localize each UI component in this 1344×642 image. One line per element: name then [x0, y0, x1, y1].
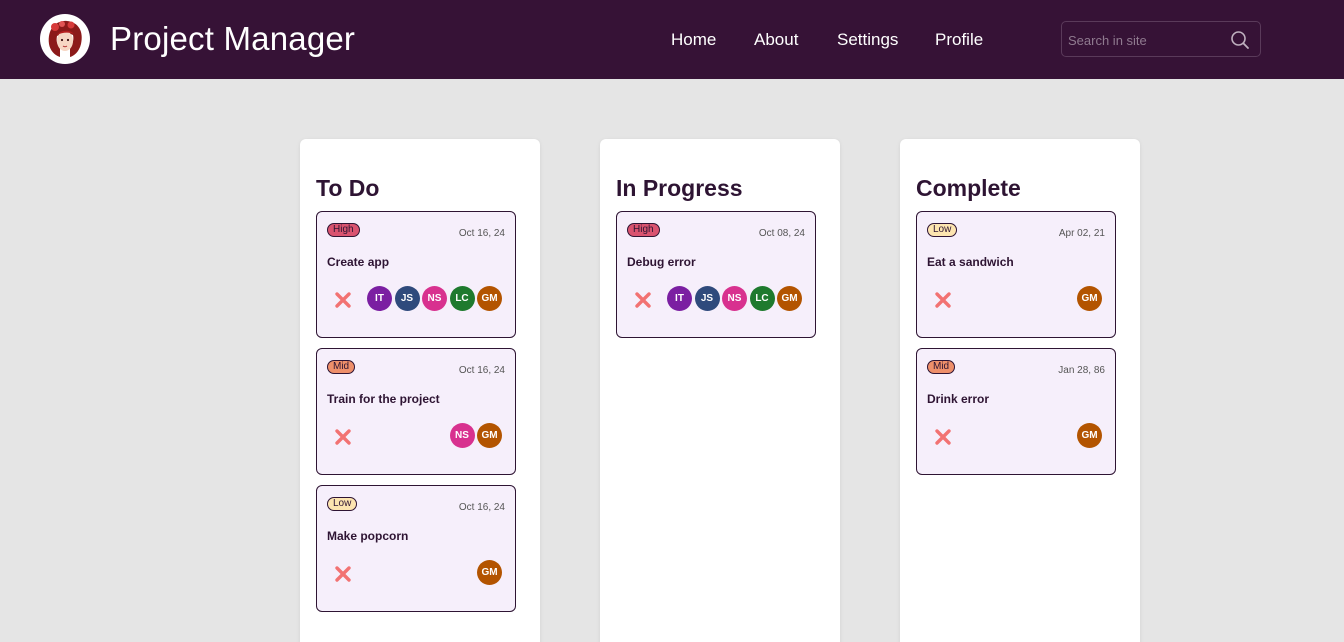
task-card[interactable]: Low Oct 16, 24 Make popcorn GM: [316, 485, 516, 612]
task-card[interactable]: Mid Jan 28, 86 Drink error GM: [916, 348, 1116, 475]
avatar[interactable]: GM: [477, 560, 502, 585]
avatar[interactable]: GM: [477, 423, 502, 448]
nav-profile-link[interactable]: Profile: [935, 30, 983, 50]
search-icon[interactable]: [1230, 30, 1250, 50]
close-x-icon[interactable]: [333, 564, 353, 584]
avatar[interactable]: GM: [777, 286, 802, 311]
priority-badge: Mid: [327, 360, 356, 374]
column-title: In Progress: [616, 175, 743, 201]
task-title: Train for the project: [327, 392, 440, 406]
avatar[interactable]: IT: [667, 286, 692, 311]
avatar[interactable]: NS: [449, 423, 475, 448]
priority-badge: Low: [327, 497, 358, 511]
task-card[interactable]: Low Apr 02, 21 Eat a sandwich GM: [916, 211, 1116, 338]
close-x-icon[interactable]: [333, 427, 353, 447]
assignee-avatars: GM: [475, 560, 502, 585]
priority-badge: High: [327, 223, 360, 237]
nav-about-link[interactable]: About: [754, 30, 798, 50]
avatar[interactable]: GM: [1077, 286, 1102, 311]
avatar[interactable]: GM: [477, 286, 502, 311]
task-card[interactable]: High Oct 16, 24 Create app IT JS NS LC GM: [316, 211, 516, 338]
column-to-do: To Do High Oct 16, 24 Create app IT JS NS LC GM M…: [300, 139, 540, 642]
avatar[interactable]: IT: [367, 286, 392, 311]
assignee-avatars: GM: [1075, 423, 1102, 448]
search-box: [1061, 21, 1261, 57]
avatar[interactable]: NS: [422, 286, 447, 311]
close-x-icon[interactable]: [933, 427, 953, 447]
assignee-avatars: IT JS NS LC GM: [365, 286, 502, 311]
task-date: Oct 16, 24: [458, 502, 505, 513]
task-card[interactable]: Mid Oct 16, 24 Train for the project NS GM: [316, 348, 516, 475]
avatar[interactable]: LC: [749, 286, 775, 311]
column-in-progress: In Progress High Oct 08, 24 Debug error IT JS…: [600, 139, 840, 642]
task-date: Jan 28, 86: [1058, 365, 1105, 376]
assignee-avatars: NS GM: [447, 423, 502, 448]
priority-badge: Mid: [927, 360, 956, 374]
priority-badge: High: [627, 223, 660, 237]
assignee-avatars: IT JS NS LC GM: [665, 286, 802, 311]
task-title: Eat a sandwich: [927, 255, 1014, 269]
avatar[interactable]: JS: [394, 286, 420, 311]
task-title: Create app: [327, 255, 390, 269]
column-complete: Complete Low Apr 02, 21 Eat a sandwich GM Mid…: [900, 139, 1140, 642]
task-title: Drink error: [927, 392, 990, 406]
search-input[interactable]: [1068, 30, 1223, 50]
close-x-icon[interactable]: [633, 290, 653, 310]
avatar[interactable]: NS: [722, 286, 747, 311]
avatar[interactable]: GM: [1077, 423, 1102, 448]
nav-home-link[interactable]: Home: [671, 30, 716, 50]
assignee-avatars: GM: [1075, 286, 1102, 311]
avatar[interactable]: LC: [449, 286, 475, 311]
task-date: Oct 16, 24: [458, 228, 505, 239]
app-title: Project Manager: [110, 20, 356, 57]
column-title: To Do: [316, 175, 380, 201]
task-title: Debug error: [627, 255, 696, 269]
avatar[interactable]: JS: [694, 286, 720, 311]
logo-illustration: [43, 17, 87, 61]
close-x-icon[interactable]: [933, 290, 953, 310]
task-date: Oct 08, 24: [758, 228, 805, 239]
close-x-icon[interactable]: [333, 290, 353, 310]
nav-settings-link[interactable]: Settings: [837, 30, 898, 50]
avatar-logo-icon[interactable]: [40, 14, 90, 64]
column-title: Complete: [916, 175, 1021, 201]
task-date: Apr 02, 21: [1058, 228, 1105, 239]
task-date: Oct 16, 24: [458, 365, 505, 376]
task-card[interactable]: High Oct 08, 24 Debug error IT JS NS LC GM: [616, 211, 816, 338]
top-navigation-bar: Project Manager Home About Settings Prof…: [0, 0, 1344, 79]
priority-badge: Low: [927, 223, 958, 237]
task-title: Make popcorn: [327, 529, 409, 543]
